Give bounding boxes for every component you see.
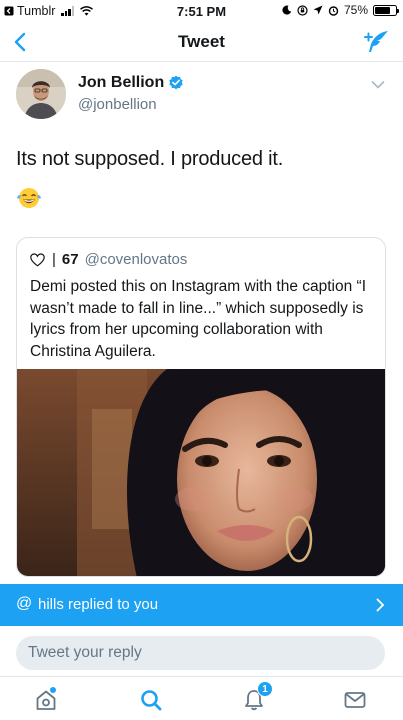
battery-percent: 75% (343, 3, 368, 17)
reply-composer (0, 626, 403, 676)
battery-level-fill (375, 6, 390, 14)
reply-input[interactable] (16, 636, 385, 670)
battery-icon (373, 4, 399, 16)
page-title: Tweet (178, 32, 225, 51)
author-handle[interactable]: @jonbellion (78, 96, 157, 113)
verified-badge-icon (169, 75, 183, 90)
quoted-tweet-card[interactable]: | 67 @covenlovatos Demi posted this on I… (16, 237, 386, 577)
like-count: 67 (61, 251, 79, 268)
notification-count-badge: 1 (257, 681, 273, 697)
author-name-text: Jon Bellion (78, 74, 165, 91)
do-not-disturb-icon (282, 5, 292, 15)
search-icon (141, 690, 162, 711)
messages-envelope-icon (344, 692, 366, 708)
compose-tweet-icon[interactable] (363, 28, 391, 56)
nav-bar: Tweet (0, 22, 403, 62)
chevron-right-icon (376, 598, 385, 612)
chevron-down-icon[interactable] (371, 80, 385, 90)
status-right: 75% (282, 3, 399, 17)
tab-messages[interactable] (340, 685, 370, 715)
rotation-lock-icon (297, 4, 308, 16)
tweet-text: Its not supposed. I produced it. (16, 148, 284, 170)
new-content-dot (50, 687, 56, 693)
bottom-tab-bar: 1 (0, 676, 403, 720)
tears-of-joy-emoji-icon (17, 188, 41, 208)
quoted-tweet-handle: @covenlovatos (84, 251, 188, 268)
reply-banner-text: hills replied to you (38, 596, 159, 613)
tab-home[interactable] (31, 685, 61, 715)
heart-icon (30, 252, 45, 267)
alarm-clock-icon (328, 5, 339, 16)
avatar[interactable] (16, 69, 66, 119)
at-sign-icon: @ (16, 595, 33, 612)
author-name[interactable]: Jon Bellion (78, 74, 184, 92)
status-bar: Tumblr 7:51 PM 75% (0, 0, 403, 22)
divider: | (52, 251, 56, 268)
reply-notification-banner[interactable]: @ hills replied to you (0, 584, 403, 626)
tab-notifications[interactable]: 1 (239, 681, 273, 715)
quoted-tweet-photo[interactable] (17, 369, 386, 577)
quoted-tweet-meta: | 67 @covenlovatos (30, 251, 187, 268)
quoted-tweet-text: Demi posted this on Instagram with the c… (30, 278, 366, 360)
tab-search[interactable] (136, 685, 166, 715)
location-arrow-icon (313, 5, 323, 15)
avatar-photo (16, 69, 66, 119)
